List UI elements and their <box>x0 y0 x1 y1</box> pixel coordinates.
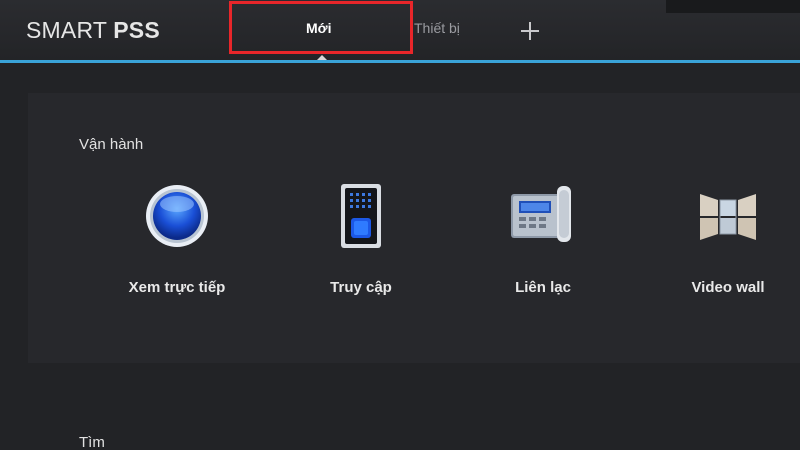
video-wall-icon <box>700 194 756 240</box>
app-brand-logo: SMART PSS <box>26 17 160 44</box>
plus-icon <box>521 22 539 40</box>
app-tile-video-wall[interactable]: Video wall <box>648 180 800 310</box>
tab-devices[interactable]: Thiết bị <box>414 20 460 36</box>
app-tile-label: Liên lạc <box>515 279 571 296</box>
window-controls-area <box>666 0 800 13</box>
app-tile-intercom[interactable]: Liên lạc <box>463 180 623 310</box>
access-control-icon <box>341 184 381 248</box>
smart-pss-window: SMART PSS Mới Thiết bị Vận hành Xem trực… <box>0 0 800 450</box>
live-view-icon <box>146 185 208 247</box>
tab-bar: SMART PSS Mới Thiết bị <box>0 0 800 60</box>
app-tile-live-view[interactable]: Xem trực tiếp <box>97 180 257 310</box>
tab-bar-accent-line <box>0 60 800 63</box>
brand-text-light: SMART <box>26 17 114 43</box>
annotation-highlight-box <box>229 1 413 54</box>
active-tab-caret <box>317 55 327 60</box>
section-title-operation: Vận hành <box>79 136 144 153</box>
brand-text-bold: PSS <box>113 17 160 43</box>
app-tile-label: Xem trực tiếp <box>128 279 226 296</box>
app-tile-label: Video wall <box>691 279 765 296</box>
app-tile-label: Truy cập <box>330 279 392 296</box>
app-tile-access[interactable]: Truy cập <box>281 180 441 310</box>
add-tab-button[interactable] <box>518 19 542 43</box>
section-title-search: Tìm <box>79 434 105 450</box>
intercom-icon <box>511 186 571 242</box>
